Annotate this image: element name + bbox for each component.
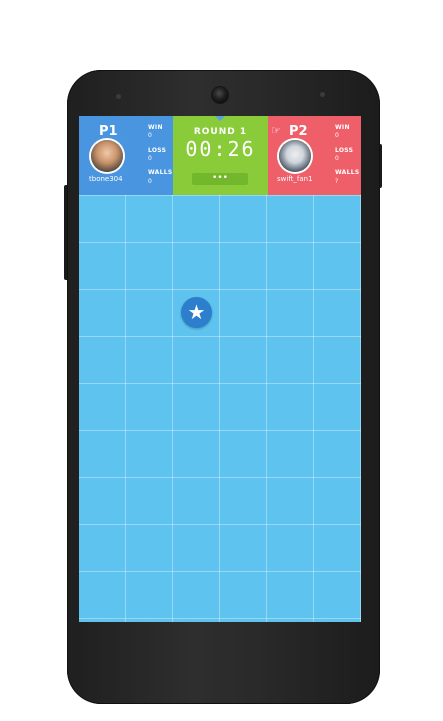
game-board[interactable]: ★ <box>79 195 361 622</box>
player1-avatar[interactable] <box>91 140 123 172</box>
phone-sensor <box>320 92 325 97</box>
front-camera <box>212 87 228 103</box>
player2-loss-value: 0 <box>335 155 339 162</box>
player2-panel: ☞ P2 swift_fan1 WIN 0 LOSS 0 WALLS ? <box>268 116 361 195</box>
player1-walls-value: 0 <box>148 178 152 185</box>
player2-loss-label: LOSS <box>335 147 354 154</box>
pointing-hand-icon: ☞ <box>271 124 281 137</box>
player1-win-label: WIN <box>148 124 163 131</box>
round-notch <box>215 116 225 121</box>
player1-walls-label: WALLS <box>148 169 173 176</box>
player2-name: swift_fan1 <box>277 175 313 183</box>
round-label: ROUND 1 <box>193 127 248 137</box>
game-screen: P1 tbone304 WIN 0 LOSS 0 WALLS 0 ROUND 1… <box>79 116 361 622</box>
player2-win-value: 0 <box>335 132 339 139</box>
phone-sensor <box>116 94 121 99</box>
player2-win-label: WIN <box>335 124 350 131</box>
round-panel: ROUND 1 00:26 ••• <box>173 116 268 195</box>
player1-loss-label: LOSS <box>148 147 167 154</box>
star-icon[interactable]: ★ <box>181 297 212 328</box>
player1-panel: P1 tbone304 WIN 0 LOSS 0 WALLS 0 <box>79 116 173 195</box>
player1-win-value: 0 <box>148 132 152 139</box>
game-header: P1 tbone304 WIN 0 LOSS 0 WALLS 0 ROUND 1… <box>79 116 361 195</box>
player2-tag: P2 <box>289 124 308 139</box>
menu-button[interactable]: ••• <box>192 173 248 185</box>
player1-tag: P1 <box>99 124 118 139</box>
round-timer: 00:26 <box>185 137 256 161</box>
player1-name: tbone304 <box>89 175 123 183</box>
player2-walls-value: ? <box>335 178 339 185</box>
player1-loss-value: 0 <box>148 155 152 162</box>
player2-avatar[interactable] <box>279 140 311 172</box>
player2-walls-label: WALLS <box>335 169 360 176</box>
